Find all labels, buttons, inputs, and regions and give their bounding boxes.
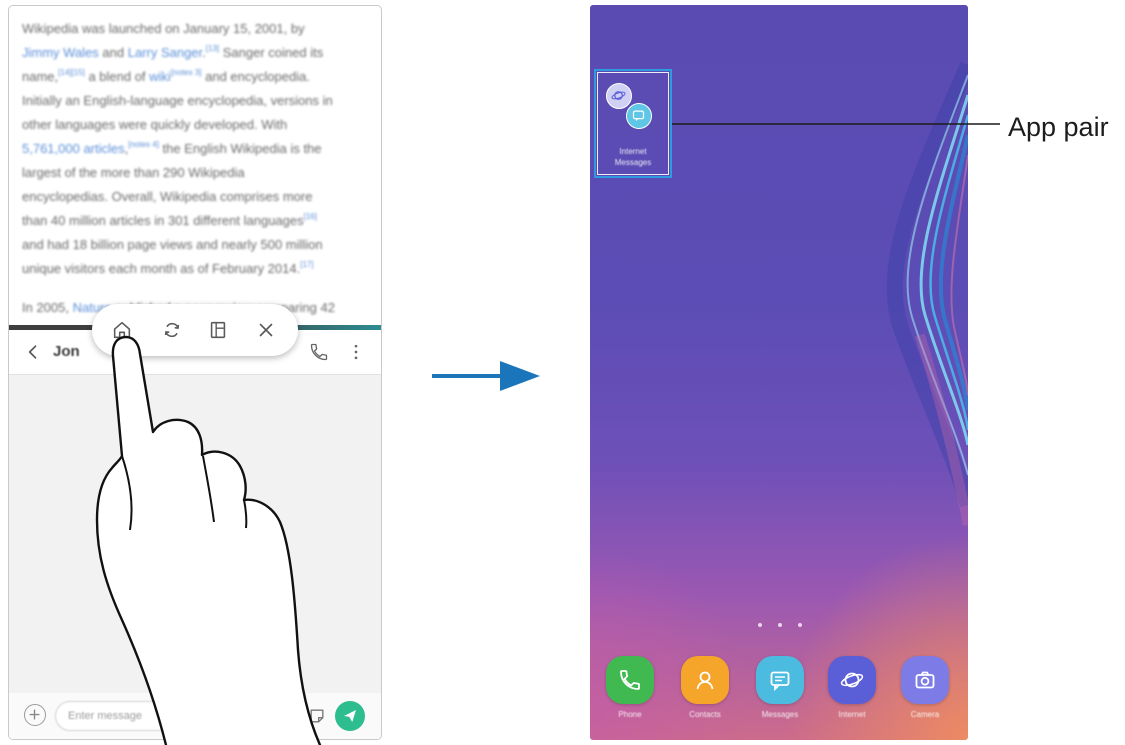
- article-text: a blend of: [84, 69, 150, 84]
- app-pair-shortcut[interactable]: Internet Messages: [594, 69, 672, 178]
- dock-app-label: Internet: [838, 710, 866, 719]
- messages-icon: [626, 103, 652, 129]
- message-composer: [9, 693, 381, 739]
- article-line: name,[14][15] a blend of wiki[notes 3] a…: [22, 65, 374, 89]
- article-line: Jimmy Wales and Larry Sanger.[13] Sanger…: [22, 41, 374, 65]
- citation[interactable]: [16]: [304, 212, 317, 221]
- citation[interactable]: [17]: [300, 260, 313, 269]
- article-line: than 40 million articles in 301 differen…: [22, 209, 374, 233]
- home-icon[interactable]: [111, 319, 133, 341]
- article-text: Sanger coined its: [219, 45, 324, 60]
- app-pair-toolbar: [92, 304, 298, 356]
- article-link[interactable]: Larry Sanger: [128, 45, 202, 60]
- send-button[interactable]: [335, 701, 365, 731]
- internet-icon[interactable]: [828, 656, 876, 704]
- article-line: 5,761,000 articles,[notes 4] the English…: [22, 137, 374, 161]
- camera-icon[interactable]: [901, 656, 949, 704]
- article-text: unique visitors each month as of Februar…: [22, 261, 301, 276]
- messages-app-window: Jon: [9, 330, 381, 739]
- send-icon: [344, 710, 356, 722]
- page-dot[interactable]: [798, 623, 802, 627]
- article-line: largest of the more than 290 Wikipedia: [22, 161, 374, 185]
- article-link[interactable]: 5,761,000 articles: [22, 141, 125, 156]
- app-pair-label-line: Messages: [614, 158, 652, 167]
- more-vertical-icon[interactable]: [346, 342, 366, 362]
- article-text: and: [98, 45, 128, 60]
- illustration: Wikipedia was launched on January 15, 20…: [0, 0, 1125, 745]
- article-text: the English Wikipedia is the: [158, 141, 322, 156]
- close-icon[interactable]: [255, 319, 277, 341]
- call-icon[interactable]: [309, 342, 329, 362]
- dock-app-label: Messages: [761, 710, 799, 719]
- sticker-icon[interactable]: [307, 706, 327, 726]
- article-text: Initially an English-language encycloped…: [22, 93, 333, 108]
- dock-app-camera[interactable]: Camera: [895, 656, 955, 728]
- article-link[interactable]: Jimmy Wales: [22, 45, 99, 60]
- app-pair-label-line: Internet: [619, 147, 647, 156]
- citation[interactable]: [13]: [206, 44, 219, 53]
- article-link[interactable]: wiki: [149, 69, 171, 84]
- rotate-icon[interactable]: [161, 319, 183, 341]
- article-line: Wikipedia was launched on January 15, 20…: [22, 17, 374, 41]
- article-text: Wikipedia was launched on January 15, 20…: [22, 21, 305, 36]
- page-indicator[interactable]: [755, 621, 805, 629]
- home-screen-phone: Internet Messages Phone Contacts Message…: [590, 5, 968, 740]
- app-pair-callout: App pair: [1008, 112, 1109, 142]
- contacts-icon[interactable]: [681, 656, 729, 704]
- article-text: encyclopedias. Overall, Wikipedia compri…: [22, 189, 313, 204]
- conversation-area: [9, 375, 381, 693]
- dock-app-messages[interactable]: Messages: [750, 656, 810, 728]
- article-text: other languages were quickly developed. …: [22, 117, 288, 132]
- article-text: and had 18 billion page views and nearly…: [22, 237, 323, 252]
- article-line: and had 18 billion page views and nearly…: [22, 233, 374, 257]
- dock-app-phone[interactable]: Phone: [600, 656, 660, 728]
- chevron-left-icon[interactable]: [23, 342, 43, 362]
- contact-name: Jon: [53, 343, 80, 360]
- phone-icon[interactable]: [606, 656, 654, 704]
- dock-app-label: Contacts: [689, 710, 721, 719]
- article-text: and encyclopedia.: [201, 69, 310, 84]
- internet-icon: [606, 83, 632, 109]
- wikipedia-article: Wikipedia was launched on January 15, 20…: [22, 17, 374, 320]
- article-text: In 2005,: [22, 300, 73, 315]
- split-screen-phone: Wikipedia was launched on January 15, 20…: [8, 5, 382, 740]
- page-dot[interactable]: [758, 623, 762, 627]
- message-input[interactable]: [55, 701, 301, 731]
- citation[interactable]: [notes 4]: [128, 140, 159, 149]
- page-dot[interactable]: [778, 623, 782, 627]
- citation[interactable]: [14][15]: [58, 68, 85, 77]
- dock-app-label: Phone: [618, 710, 642, 719]
- plus-icon[interactable]: [24, 704, 46, 726]
- article-text: largest of the more than 290 Wikipedia: [22, 165, 245, 180]
- article-line: other languages were quickly developed. …: [22, 113, 374, 137]
- article-text: than 40 million articles in 301 differen…: [22, 213, 304, 228]
- citation[interactable]: [notes 3]: [171, 68, 202, 77]
- article-line: Initially an English-language encycloped…: [22, 89, 374, 113]
- article-text: name,: [22, 69, 59, 84]
- article-line: unique visitors each month as of Februar…: [22, 257, 374, 281]
- dock-app-contacts[interactable]: Contacts: [675, 656, 735, 728]
- article-line: encyclopedias. Overall, Wikipedia compri…: [22, 185, 374, 209]
- split-view-icon[interactable]: [207, 319, 229, 341]
- dock-app-label: Camera: [910, 710, 940, 719]
- dock-app-internet[interactable]: Internet: [822, 656, 882, 728]
- messages-icon[interactable]: [756, 656, 804, 704]
